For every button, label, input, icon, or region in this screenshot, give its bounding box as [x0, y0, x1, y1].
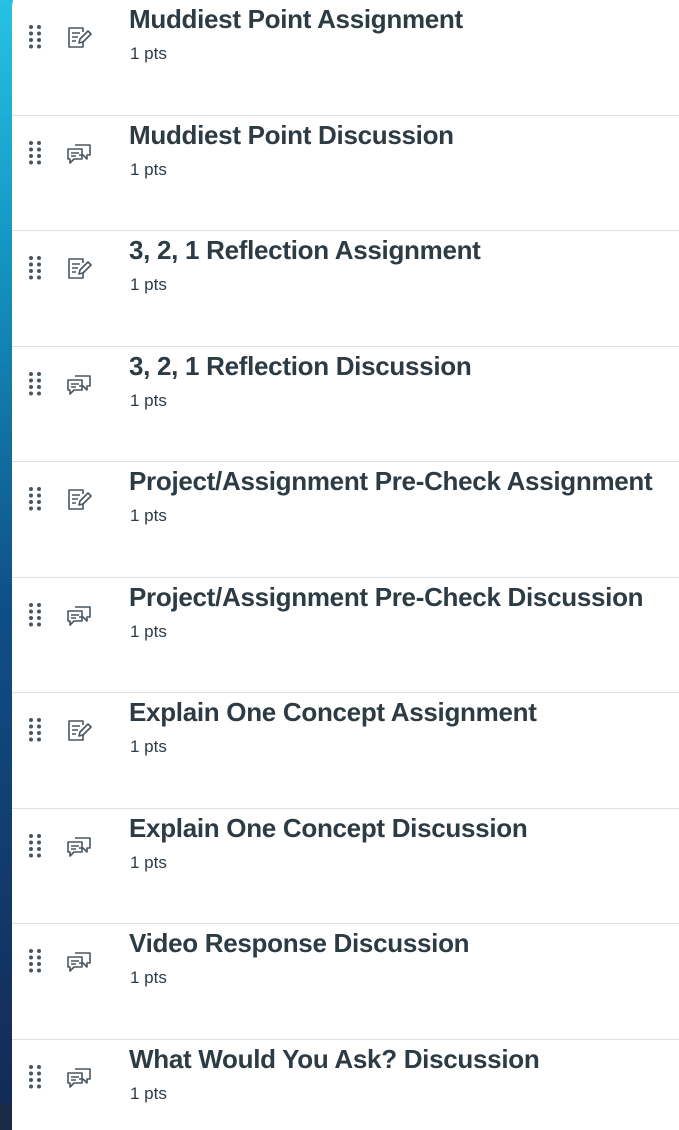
- list-item[interactable]: 3, 2, 1 Reflection Assignment 1 pts: [12, 231, 679, 347]
- drag-handle-icon[interactable]: [28, 1063, 42, 1091]
- list-item[interactable]: Project/Assignment Pre-Check Discussion …: [12, 578, 679, 694]
- item-points: 1 pts: [130, 737, 167, 757]
- item-title[interactable]: Explain One Concept Assignment: [129, 697, 537, 728]
- discussion-icon: [66, 1064, 92, 1090]
- assignment-icon: [66, 717, 92, 743]
- drag-handle-icon[interactable]: [28, 601, 42, 629]
- list-item[interactable]: What Would You Ask? Discussion 1 pts: [12, 1040, 679, 1130]
- item-title[interactable]: Explain One Concept Discussion: [129, 813, 527, 844]
- assignment-icon: [66, 255, 92, 281]
- item-title[interactable]: Muddiest Point Assignment: [129, 4, 463, 35]
- list-item[interactable]: Muddiest Point Discussion 1 pts: [12, 116, 679, 232]
- item-points: 1 pts: [130, 391, 167, 411]
- discussion-icon: [66, 948, 92, 974]
- item-points: 1 pts: [130, 506, 167, 526]
- drag-handle-icon[interactable]: [28, 139, 42, 167]
- drag-handle-icon[interactable]: [28, 254, 42, 282]
- module-item-list: Muddiest Point Assignment 1 pts Muddiest…: [12, 0, 679, 1130]
- list-item[interactable]: Project/Assignment Pre-Check Assignment …: [12, 462, 679, 578]
- list-item[interactable]: Video Response Discussion 1 pts: [12, 924, 679, 1040]
- drag-handle-icon[interactable]: [28, 832, 42, 860]
- drag-handle-icon[interactable]: [28, 23, 42, 51]
- item-title[interactable]: Project/Assignment Pre-Check Assignment: [129, 466, 652, 497]
- item-points: 1 pts: [130, 853, 167, 873]
- drag-handle-icon[interactable]: [28, 370, 42, 398]
- item-points: 1 pts: [130, 275, 167, 295]
- drag-handle-icon[interactable]: [28, 947, 42, 975]
- list-item[interactable]: Muddiest Point Assignment 1 pts: [12, 0, 679, 116]
- item-points: 1 pts: [130, 968, 167, 988]
- assignment-icon: [66, 486, 92, 512]
- item-points: 1 pts: [130, 1084, 167, 1104]
- discussion-icon: [66, 371, 92, 397]
- item-title[interactable]: Project/Assignment Pre-Check Discussion: [129, 582, 643, 613]
- item-title[interactable]: Muddiest Point Discussion: [129, 120, 454, 151]
- assignment-icon: [66, 24, 92, 50]
- drag-handle-icon[interactable]: [28, 485, 42, 513]
- item-points: 1 pts: [130, 44, 167, 64]
- item-points: 1 pts: [130, 160, 167, 180]
- list-item[interactable]: 3, 2, 1 Reflection Discussion 1 pts: [12, 347, 679, 463]
- list-item[interactable]: Explain One Concept Discussion 1 pts: [12, 809, 679, 925]
- list-item[interactable]: Explain One Concept Assignment 1 pts: [12, 693, 679, 809]
- discussion-icon: [66, 602, 92, 628]
- item-title[interactable]: Video Response Discussion: [129, 928, 469, 959]
- item-title[interactable]: 3, 2, 1 Reflection Discussion: [129, 351, 471, 382]
- item-title[interactable]: What Would You Ask? Discussion: [129, 1044, 539, 1075]
- discussion-icon: [66, 833, 92, 859]
- discussion-icon: [66, 140, 92, 166]
- item-title[interactable]: 3, 2, 1 Reflection Assignment: [129, 235, 481, 266]
- drag-handle-icon[interactable]: [28, 716, 42, 744]
- item-points: 1 pts: [130, 622, 167, 642]
- module-items-panel: Muddiest Point Assignment 1 pts Muddiest…: [12, 0, 679, 1130]
